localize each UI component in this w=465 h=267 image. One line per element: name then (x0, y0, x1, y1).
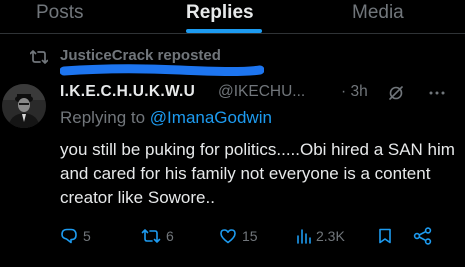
share-icon (413, 227, 432, 245)
replying-to-handle[interactable]: @ImanaGodwin (150, 108, 272, 127)
tweet-header: I.K.E.C.H.U.K.W.U @IKECHU... · 3h (60, 82, 465, 104)
tweet-text: you still be puking for politics.....Obi… (60, 140, 455, 207)
reply-icon (61, 228, 77, 244)
avatar-image (2, 84, 46, 128)
avatar[interactable] (2, 84, 46, 128)
tab-media[interactable]: Media (352, 0, 404, 31)
heart-icon (220, 229, 236, 244)
views-button[interactable]: 2.3K (296, 225, 356, 247)
views-count: 2.3K (316, 228, 345, 244)
repost-context-text[interactable]: JusticeCrack reposted (60, 47, 221, 64)
reply-count: 5 (83, 228, 91, 244)
tabs-divider (0, 33, 465, 34)
bookmark-button[interactable] (377, 225, 397, 247)
author-handle[interactable]: @IKECHU... (218, 83, 305, 101)
repost-icon (141, 229, 161, 243)
tweet-time[interactable]: · 3h (341, 83, 368, 101)
repost-count: 6 (166, 228, 174, 244)
tweet-actions: 5 6 15 2.3K (60, 225, 465, 247)
grok-icon[interactable] (388, 85, 404, 101)
repost-button[interactable]: 6 (141, 225, 191, 247)
blue-scribble-annotation (60, 64, 264, 76)
bookmark-icon (379, 228, 391, 244)
replying-to-label: Replying to (60, 108, 146, 127)
reply-button[interactable]: 5 (60, 225, 100, 247)
tab-replies[interactable]: Replies (186, 0, 254, 31)
like-button[interactable]: 15 (219, 225, 269, 247)
more-icon[interactable] (429, 91, 445, 95)
replying-to: Replying to @ImanaGodwin (60, 108, 272, 128)
share-button[interactable] (413, 225, 435, 247)
tab-posts[interactable]: Posts (36, 0, 84, 31)
profile-tabs: Posts Replies Media (0, 0, 465, 34)
views-icon (297, 229, 311, 244)
like-count: 15 (242, 228, 258, 244)
repost-context-icon (30, 50, 48, 64)
author-name[interactable]: I.K.E.C.H.U.K.W.U (60, 83, 195, 101)
